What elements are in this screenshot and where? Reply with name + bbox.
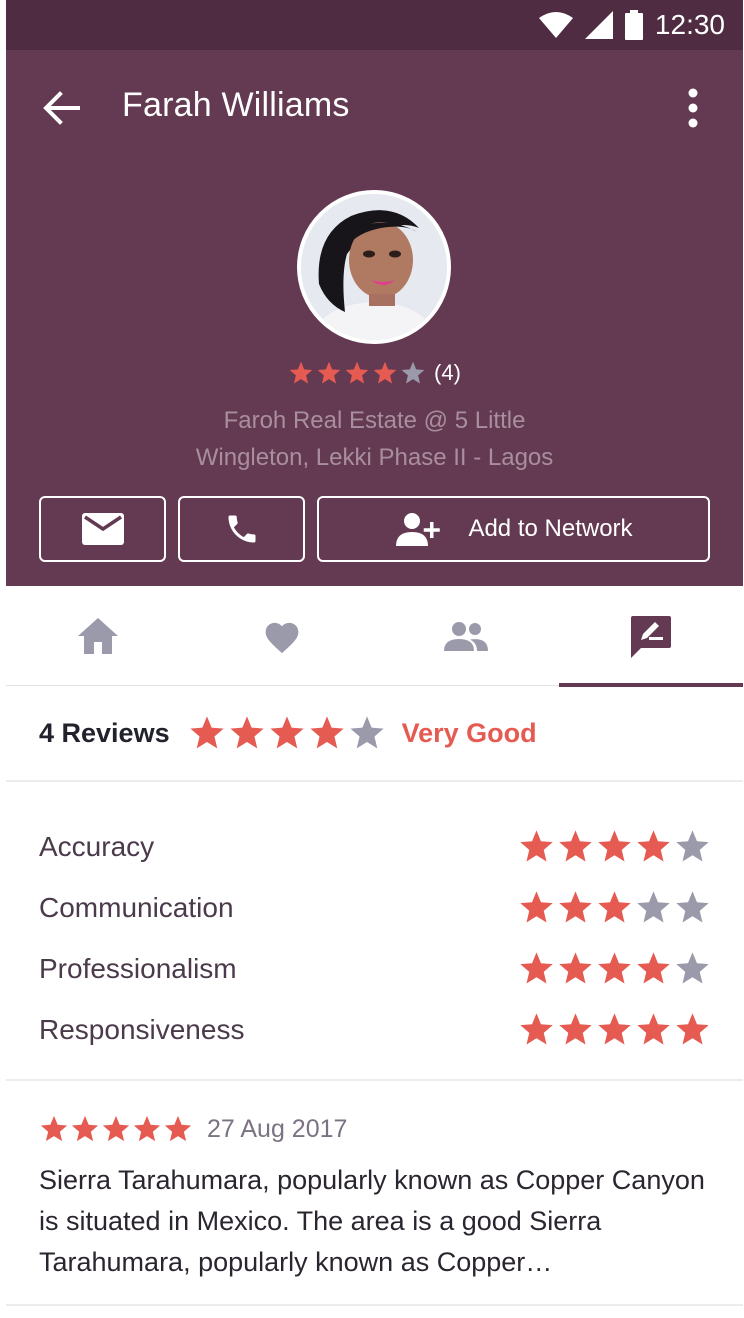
- star-empty-icon: [676, 830, 709, 862]
- home-icon: [78, 618, 118, 654]
- star-filled-icon: [520, 830, 553, 862]
- heart-icon: [265, 622, 299, 654]
- battery-icon: [624, 10, 643, 40]
- phone-icon: [228, 515, 255, 543]
- star-filled-icon: [559, 891, 592, 923]
- star-filled-icon: [289, 361, 313, 384]
- star-filled-icon: [559, 830, 592, 862]
- star-empty-icon: [676, 952, 709, 984]
- star-empty-icon: [349, 716, 384, 749]
- star-filled-icon: [520, 952, 553, 984]
- reviews-summary: 4 Reviews Very Good: [6, 686, 743, 782]
- more-vertical-icon: [688, 88, 698, 128]
- tab-reviews[interactable]: [559, 586, 743, 687]
- back-button[interactable]: [42, 88, 82, 128]
- star-filled-icon: [71, 1115, 99, 1142]
- tab-network[interactable]: [374, 586, 558, 686]
- star-filled-icon: [520, 1013, 553, 1045]
- add-to-network-label: Add to Network: [468, 515, 633, 542]
- star-filled-icon: [676, 1013, 709, 1045]
- wifi-icon: [538, 12, 573, 38]
- status-bar: 12:30: [6, 0, 743, 50]
- criteria-row: Responsiveness: [6, 999, 743, 1060]
- star-filled-icon: [598, 891, 631, 923]
- review-stars: [39, 1114, 193, 1144]
- company-line-2: Wingleton, Lekki Phase II - Lagos: [195, 444, 554, 471]
- criteria-stars: [518, 1011, 711, 1048]
- star-filled-icon: [637, 952, 670, 984]
- star-filled-icon: [520, 891, 553, 923]
- star-filled-icon: [559, 952, 592, 984]
- star-filled-icon: [559, 1013, 592, 1045]
- star-filled-icon: [598, 952, 631, 984]
- signal-icon: [584, 11, 613, 39]
- review-item[interactable]: 27 Aug 2017 Sierra Tarahumara, popularly…: [39, 1110, 719, 1283]
- profile-rating: (4): [6, 360, 743, 386]
- review-date: 27 Aug 2017: [207, 1114, 348, 1143]
- star-filled-icon: [102, 1115, 130, 1142]
- email-button[interactable]: [39, 496, 166, 562]
- add-to-network-button[interactable]: Add to Network: [317, 496, 710, 562]
- rating-count: (4): [434, 360, 461, 385]
- star-filled-icon: [637, 1013, 670, 1045]
- star-empty-icon: [637, 891, 670, 923]
- criteria-row: Accuracy: [6, 816, 743, 877]
- criteria-label: Professionalism: [39, 952, 237, 984]
- reviews-count: 4 Reviews: [39, 717, 170, 748]
- star-filled-icon: [309, 716, 344, 749]
- criteria-ratings: Accuracy Communication Professionalism R…: [6, 816, 743, 1060]
- page-title: Farah Williams: [122, 86, 350, 124]
- criteria-label: Responsiveness: [39, 1013, 245, 1045]
- app-screen: 12:30 Farah Williams (4) Faroh Real Esta…: [6, 0, 743, 1318]
- avatar: [297, 190, 451, 344]
- criteria-label: Accuracy: [39, 830, 155, 862]
- star-filled-icon: [269, 716, 304, 749]
- review-icon: [631, 616, 671, 658]
- tab-home[interactable]: [6, 586, 190, 686]
- company-line-1: Faroh Real Estate @ 5 Little: [223, 407, 526, 434]
- arrow-left-icon: [43, 91, 80, 125]
- more-options-button[interactable]: [687, 88, 699, 128]
- review-header: 27 Aug 2017: [39, 1110, 719, 1148]
- criteria-label: Communication: [39, 891, 234, 923]
- mail-icon: [81, 513, 124, 545]
- profile-header: Farah Williams (4) Faroh Real Estate @ 5…: [6, 50, 743, 586]
- star-filled-icon: [637, 830, 670, 862]
- status-time: 12:30: [654, 9, 725, 40]
- company-address: Faroh Real Estate @ 5 Little Wingleton, …: [6, 402, 743, 476]
- section-divider: [6, 1304, 743, 1306]
- star-filled-icon: [598, 1013, 631, 1045]
- profile-tabs: [6, 586, 743, 687]
- people-icon: [444, 622, 488, 651]
- star-filled-icon: [345, 361, 369, 384]
- star-empty-icon: [401, 361, 425, 384]
- criteria-stars: [518, 950, 711, 987]
- section-divider: [6, 1079, 743, 1081]
- star-filled-icon: [598, 830, 631, 862]
- rating-verdict: Very Good: [401, 717, 537, 748]
- star-filled-icon: [189, 716, 224, 749]
- criteria-stars: [518, 828, 711, 865]
- tab-favorites[interactable]: [190, 586, 374, 686]
- call-button[interactable]: [178, 496, 305, 562]
- star-filled-icon: [373, 361, 397, 384]
- criteria-stars: [518, 889, 711, 926]
- criteria-row: Communication: [6, 877, 743, 938]
- star-empty-icon: [676, 891, 709, 923]
- star-filled-icon: [317, 361, 341, 384]
- star-filled-icon: [133, 1115, 161, 1142]
- summary-stars: [188, 714, 386, 752]
- review-text: Sierra Tarahumara, popularly known as Co…: [39, 1165, 705, 1277]
- criteria-row: Professionalism: [6, 938, 743, 999]
- profile-rating-stars: [288, 360, 426, 386]
- star-filled-icon: [40, 1115, 68, 1142]
- star-filled-icon: [229, 716, 264, 749]
- add-person-icon: [396, 513, 441, 546]
- star-filled-icon: [164, 1115, 192, 1142]
